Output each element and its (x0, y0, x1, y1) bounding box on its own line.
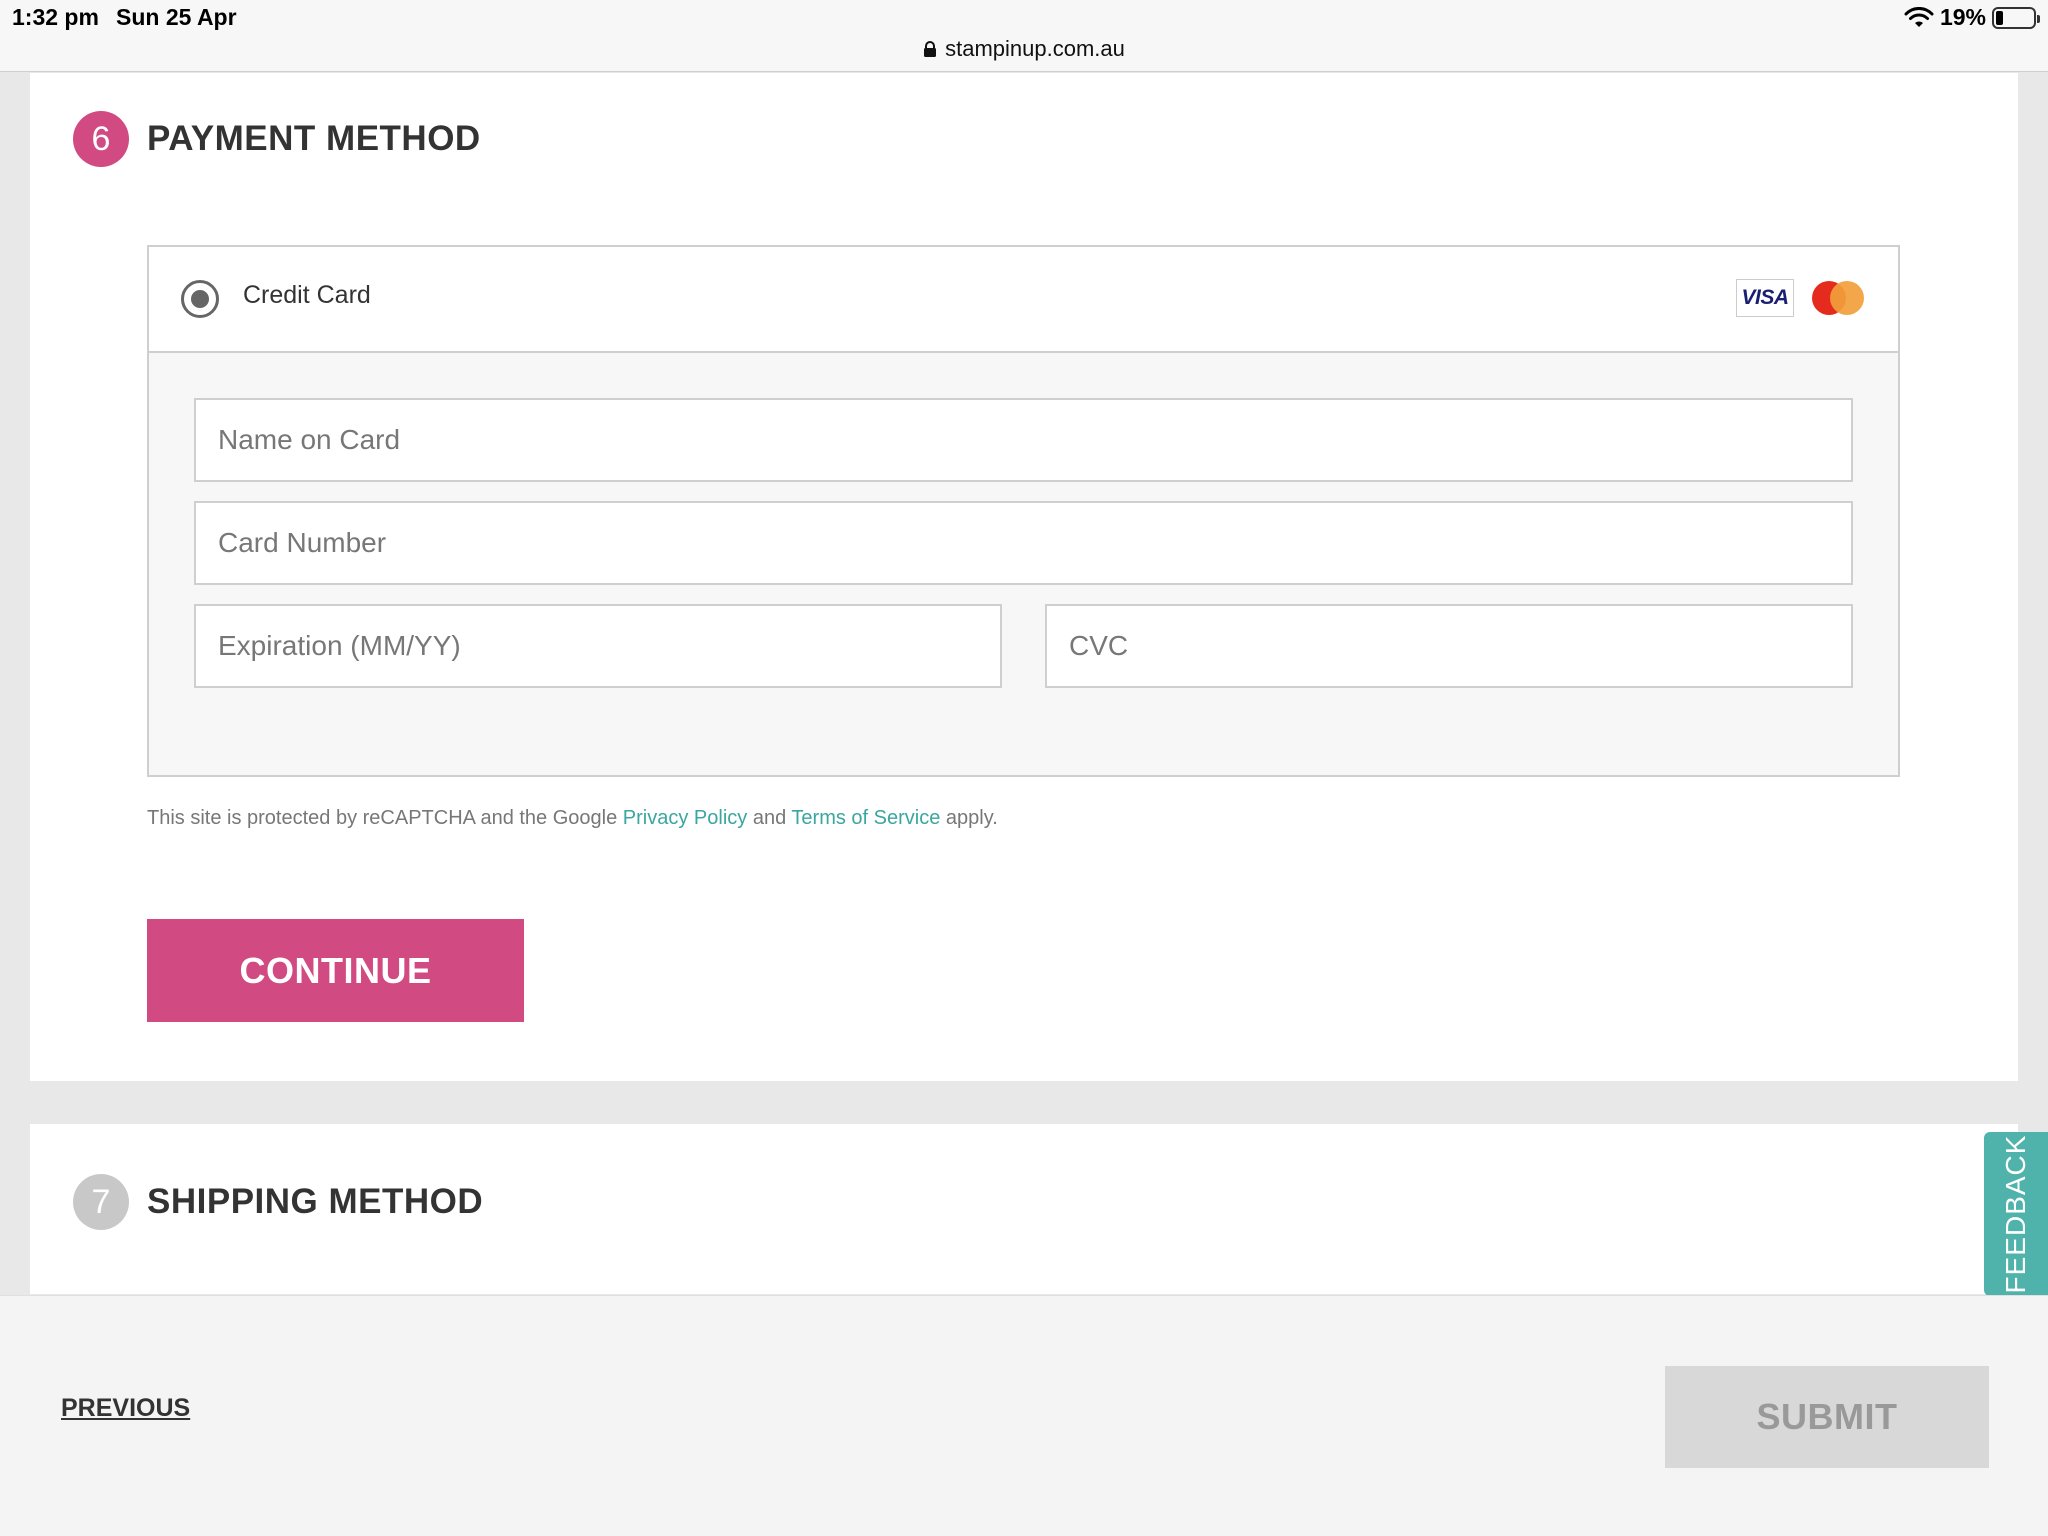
credit-card-option[interactable]: Credit Card VISA (149, 247, 1898, 353)
cvc-field[interactable]: CVC (1045, 604, 1853, 688)
status-right: 19% (1904, 4, 2040, 31)
shipping-method-section[interactable]: 7 SHIPPING METHOD (30, 1124, 2018, 1294)
browser-status-bar: 1:32 pm Sun 25 Apr 19% stampinup.com.au (0, 0, 2048, 72)
step-number-badge: 7 (73, 1174, 129, 1230)
address-bar[interactable]: stampinup.com.au (0, 36, 2048, 62)
card-form: Name on Card Card Number Expiration (MM/… (149, 353, 1898, 775)
recaptcha-suffix: apply. (945, 807, 998, 829)
status-date: Sun 25 Apr (116, 4, 237, 30)
url-text: stampinup.com.au (945, 36, 1125, 61)
card-number-field[interactable]: Card Number (194, 501, 1853, 585)
feedback-label: FEEDBACK (2000, 1134, 2031, 1294)
terms-of-service-link[interactable]: Terms of Service (791, 807, 940, 829)
recaptcha-text: This site is protected by reCAPTCHA and … (147, 807, 618, 829)
previous-button[interactable]: PREVIOUS (61, 1394, 190, 1423)
expiration-field[interactable]: Expiration (MM/YY) (194, 604, 1002, 688)
battery-icon (1992, 6, 2040, 29)
battery-percentage: 19% (1939, 4, 1986, 30)
wifi-icon (1904, 6, 1934, 27)
feedback-tab[interactable]: FEEDBACK (1984, 1132, 2048, 1296)
status-time: 1:32 pm (12, 4, 99, 30)
name-on-card-field[interactable]: Name on Card (194, 398, 1853, 482)
mastercard-logo-icon (1812, 281, 1864, 315)
section-title: SHIPPING METHOD (147, 1182, 484, 1221)
submit-button[interactable]: SUBMIT (1665, 1366, 1989, 1468)
payment-option-box: Credit Card VISA Name on Card Card Numbe… (147, 245, 1900, 777)
recaptcha-and-text: and (752, 807, 787, 829)
visa-logo-icon: VISA (1736, 279, 1794, 317)
credit-card-radio[interactable] (181, 280, 219, 318)
step-number-badge: 6 (73, 111, 129, 167)
radio-selected-dot (191, 290, 209, 308)
checkout-footer: PREVIOUS SUBMIT (0, 1295, 2048, 1536)
lock-icon (924, 41, 937, 57)
credit-card-label: Credit Card (243, 281, 371, 309)
payment-method-section: 6 PAYMENT METHOD Credit Card VISA Name o… (30, 73, 2018, 1081)
privacy-policy-link[interactable]: Privacy Policy (623, 807, 747, 829)
section-title: PAYMENT METHOD (147, 119, 481, 158)
continue-button[interactable]: CONTINUE (147, 919, 524, 1022)
recaptcha-notice: This site is protected by reCAPTCHA and … (147, 807, 998, 830)
